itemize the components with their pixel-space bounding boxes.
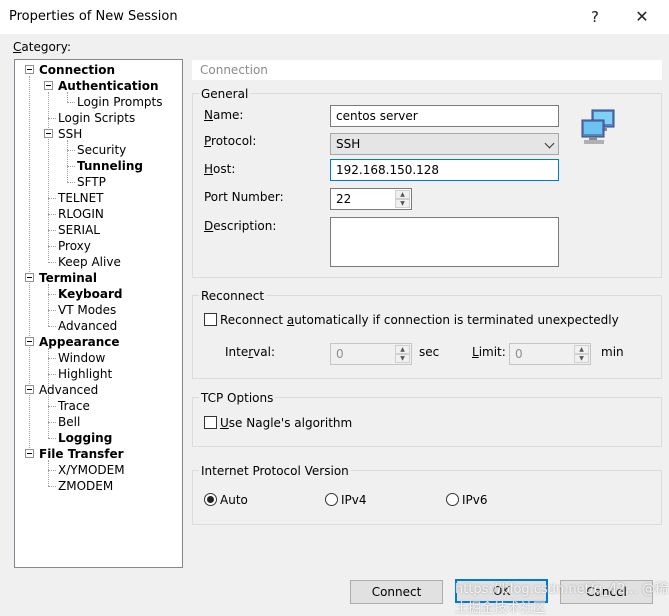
- nagle-checkbox[interactable]: [204, 416, 217, 429]
- port-stepper[interactable]: 22 ▲ ▼: [330, 188, 412, 210]
- panel-header: Connection: [192, 60, 662, 80]
- tree-item[interactable]: Authentication: [58, 78, 159, 94]
- reconnect-checkbox[interactable]: [204, 313, 217, 326]
- tree-item[interactable]: SSH: [58, 126, 82, 142]
- tree-item[interactable]: X/YMODEM: [58, 462, 125, 478]
- tree-item[interactable]: Advanced: [58, 318, 117, 334]
- interval-label: Interval:: [225, 345, 276, 359]
- interval-unit: sec: [419, 345, 440, 359]
- tree-item[interactable]: Login Scripts: [58, 110, 135, 126]
- tree-item[interactable]: Proxy: [58, 238, 91, 254]
- tree-expander-icon[interactable]: [25, 65, 34, 74]
- tree-item[interactable]: Bell: [58, 414, 80, 430]
- chevron-down-icon: [544, 138, 555, 149]
- limit-unit: min: [601, 345, 624, 359]
- tree-item[interactable]: Keep Alive: [58, 254, 121, 270]
- tree-expander-icon[interactable]: [44, 129, 53, 138]
- reconnect-label: Reconnect automatically if connection is…: [220, 313, 619, 327]
- category-tree[interactable]: Connection Authentication Login Prompts Log…: [14, 59, 183, 568]
- tree-expander-icon[interactable]: [25, 337, 34, 346]
- nagle-label: Use Nagle's algorithm: [220, 416, 353, 430]
- tree-expander-icon[interactable]: [25, 385, 34, 394]
- network-computers-icon: [581, 109, 615, 144]
- watermark: https://blog.csdn.net/q_42... @稀土掘金技术社区: [455, 582, 668, 616]
- tree-item[interactable]: TELNET: [58, 190, 104, 206]
- host-field[interactable]: 192.168.150.128: [330, 159, 559, 181]
- tree-item[interactable]: VT Modes: [58, 302, 116, 318]
- help-button[interactable]: ?: [575, 5, 615, 29]
- tree-item[interactable]: Login Prompts: [77, 94, 163, 110]
- tree-item[interactable]: Window: [58, 350, 105, 366]
- tree-item[interactable]: Connection: [39, 62, 115, 78]
- radio-ipv6-label: IPv6: [462, 493, 488, 507]
- description-label: Description:: [204, 219, 277, 233]
- reconnect-title: Reconnect: [199, 289, 267, 303]
- radio-ipv4-label: IPv4: [341, 493, 367, 507]
- tree-expander-icon[interactable]: [25, 449, 34, 458]
- window-title: Properties of New Session: [9, 9, 178, 24]
- tree-expander-icon[interactable]: [25, 273, 34, 282]
- tree-item[interactable]: Advanced: [39, 382, 98, 398]
- tree-item[interactable]: RLOGIN: [58, 206, 104, 222]
- limit-stepper[interactable]: 0 ▲ ▼: [509, 343, 591, 365]
- reconnect-group: [192, 295, 662, 379]
- tree-item[interactable]: SFTP: [77, 174, 106, 190]
- tree-expander-icon[interactable]: [44, 81, 53, 90]
- radio-auto-label: Auto: [220, 493, 248, 507]
- radio-ipv6[interactable]: [446, 493, 459, 506]
- host-label: Host:: [204, 162, 236, 176]
- connect-button[interactable]: Connect: [350, 580, 443, 604]
- tree-item[interactable]: Tunneling: [77, 158, 143, 174]
- limit-spin[interactable]: ▲ ▼: [574, 345, 589, 363]
- protocol-label: Protocol:: [204, 134, 257, 148]
- name-label: Name:: [204, 108, 244, 122]
- ip-version-group: [192, 470, 662, 525]
- tcp-options-title: TCP Options: [199, 391, 276, 405]
- limit-label: Limit:: [472, 345, 506, 359]
- close-button[interactable]: ✕: [622, 5, 662, 29]
- interval-spin[interactable]: ▲ ▼: [395, 345, 410, 363]
- tree-item[interactable]: ZMODEM: [58, 478, 113, 494]
- tree-item[interactable]: File Transfer: [39, 446, 124, 462]
- interval-stepper[interactable]: 0 ▲ ▼: [330, 343, 412, 365]
- general-title: General: [199, 87, 251, 101]
- radio-auto[interactable]: [204, 493, 217, 506]
- tree-item[interactable]: Appearance: [39, 334, 120, 350]
- radio-ipv4[interactable]: [325, 493, 338, 506]
- protocol-select[interactable]: SSH: [330, 133, 559, 155]
- tree-item[interactable]: Trace: [58, 398, 90, 414]
- name-field[interactable]: centos server: [330, 105, 559, 127]
- tree-item[interactable]: SERIAL: [58, 222, 100, 238]
- port-spin[interactable]: ▲ ▼: [395, 190, 410, 208]
- ip-version-title: Internet Protocol Version: [199, 464, 351, 478]
- description-field[interactable]: [330, 217, 559, 267]
- port-label: Port Number:: [204, 190, 284, 204]
- category-label: Category:: [13, 40, 71, 54]
- tree-item[interactable]: Highlight: [58, 366, 112, 382]
- tree-item[interactable]: Security: [77, 142, 126, 158]
- title-bar: Properties of New Session ? ✕: [0, 0, 669, 34]
- tree-item[interactable]: Terminal: [39, 270, 97, 286]
- tree-item[interactable]: Keyboard: [58, 286, 123, 302]
- tree-item[interactable]: Logging: [58, 430, 112, 446]
